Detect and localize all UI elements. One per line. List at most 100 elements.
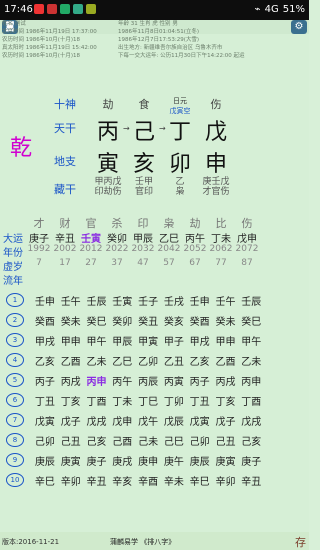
liunian-cell[interactable]: 辛丑: [238, 473, 264, 488]
liunian-cell[interactable]: 乙酉: [58, 353, 84, 368]
liunian-cell[interactable]: 己巳: [161, 433, 187, 448]
dayun-cell[interactable]: 辛丑: [52, 230, 78, 245]
liunian-cell[interactable]: 癸未: [213, 313, 239, 328]
liunian-cell[interactable]: 丁亥: [213, 393, 239, 408]
liunian-cell[interactable]: 乙未: [84, 353, 110, 368]
liunian-cell[interactable]: 戊午: [135, 413, 161, 428]
liunian-cell[interactable]: 壬辰: [238, 293, 264, 308]
liunian-cell[interactable]: 己丑: [58, 433, 84, 448]
liunian-cell[interactable]: 壬申: [187, 293, 213, 308]
liunian-cell[interactable]: 癸酉: [32, 313, 58, 328]
liunian-cell[interactable]: 甲戌: [187, 333, 213, 348]
liunian-cell[interactable]: 戊子: [58, 413, 84, 428]
liunian-cell[interactable]: 壬子: [135, 293, 161, 308]
liunian-cell[interactable]: 庚子: [84, 453, 110, 468]
liunian-cell[interactable]: 己未: [135, 433, 161, 448]
liunian-cell[interactable]: 壬戌: [161, 293, 187, 308]
liunian-cell[interactable]: 丙寅: [161, 373, 187, 388]
liunian-cell[interactable]: 乙丑: [161, 353, 187, 368]
liunian-cell[interactable]: 庚子: [238, 453, 264, 468]
liunian-cell[interactable]: 丙戌: [213, 373, 239, 388]
gear-icon[interactable]: ⚙: [291, 20, 307, 34]
liunian-cell[interactable]: 甲午: [238, 333, 264, 348]
dayun-cell[interactable]: 甲辰: [130, 230, 156, 245]
liunian-cell[interactable]: 己丑: [213, 433, 239, 448]
liunian-cell[interactable]: 庚辰: [32, 453, 58, 468]
liunian-cell[interactable]: 辛巳: [32, 473, 58, 488]
liunian-cell[interactable]: 己卯: [32, 433, 58, 448]
liunian-cell[interactable]: 甲寅: [135, 333, 161, 348]
dayun-cell-selected[interactable]: 壬寅: [78, 230, 104, 245]
liunian-cell[interactable]: 辛亥: [109, 473, 135, 488]
liunian-cell[interactable]: 己亥: [238, 433, 264, 448]
dayun-cell[interactable]: 戊申: [234, 230, 260, 245]
liunian-cell[interactable]: 乙巳: [109, 353, 135, 368]
dayun-cell[interactable]: 乙巳: [156, 230, 182, 245]
liunian-cell[interactable]: 戊寅: [32, 413, 58, 428]
liunian-cell[interactable]: 辛酉: [135, 473, 161, 488]
liunian-cell[interactable]: 甲辰: [109, 333, 135, 348]
liunian-cell[interactable]: 丁未: [109, 393, 135, 408]
liunian-cell-selected[interactable]: 丙申: [84, 373, 110, 388]
liunian-cell[interactable]: 庚寅: [213, 453, 239, 468]
liunian-cell[interactable]: 丁卯: [161, 393, 187, 408]
liunian-cell[interactable]: 癸丑: [135, 313, 161, 328]
liunian-cell[interactable]: 辛未: [161, 473, 187, 488]
liunian-cell[interactable]: 戊寅: [187, 413, 213, 428]
liunian-cell[interactable]: 乙酉: [213, 353, 239, 368]
liunian-cell[interactable]: 丙戌: [58, 373, 84, 388]
liunian-cell[interactable]: 癸卯: [109, 313, 135, 328]
liunian-cell[interactable]: 丙子: [32, 373, 58, 388]
liunian-cell[interactable]: 辛卯: [58, 473, 84, 488]
liunian-cell[interactable]: 癸巳: [84, 313, 110, 328]
liunian-cell[interactable]: 戊申: [109, 413, 135, 428]
liunian-cell[interactable]: 丁酉: [238, 393, 264, 408]
dayun-cell[interactable]: 丙午: [182, 230, 208, 245]
liunian-cell[interactable]: 丁酉: [84, 393, 110, 408]
liunian-cell[interactable]: 甲申: [58, 333, 84, 348]
liunian-cell[interactable]: 壬午: [58, 293, 84, 308]
liunian-cell[interactable]: 甲申: [213, 333, 239, 348]
liunian-cell[interactable]: 癸未: [58, 313, 84, 328]
liunian-cell[interactable]: 丙辰: [135, 373, 161, 388]
liunian-cell[interactable]: 壬午: [213, 293, 239, 308]
liunian-cell[interactable]: 己卯: [187, 433, 213, 448]
liunian-cell[interactable]: 丁亥: [58, 393, 84, 408]
liunian-cell[interactable]: 乙卯: [135, 353, 161, 368]
liunian-cell[interactable]: 己亥: [84, 433, 110, 448]
liunian-cell[interactable]: 戊子: [213, 413, 239, 428]
save-button[interactable]: 存: [295, 534, 306, 550]
liunian-cell[interactable]: 辛卯: [213, 473, 239, 488]
liunian-cell[interactable]: 壬寅: [109, 293, 135, 308]
liunian-cell[interactable]: 丙子: [187, 373, 213, 388]
dayun-cell[interactable]: 癸卯: [104, 230, 130, 245]
liunian-cell[interactable]: 甲午: [84, 333, 110, 348]
liunian-cell[interactable]: 丁丑: [32, 393, 58, 408]
liunian-cell[interactable]: 乙未: [238, 353, 264, 368]
liunian-cell[interactable]: 丙申: [238, 373, 264, 388]
liunian-cell[interactable]: 癸巳: [238, 313, 264, 328]
liunian-cell[interactable]: 庚辰: [187, 453, 213, 468]
liunian-cell[interactable]: 辛巳: [187, 473, 213, 488]
dayun-cell[interactable]: 庚子: [26, 230, 52, 245]
liunian-cell[interactable]: 丁丑: [187, 393, 213, 408]
liunian-cell[interactable]: 庚午: [161, 453, 187, 468]
liunian-cell[interactable]: 乙亥: [32, 353, 58, 368]
liunian-cell[interactable]: 庚戌: [109, 453, 135, 468]
liunian-cell[interactable]: 丙午: [109, 373, 135, 388]
liunian-cell[interactable]: 甲戌: [32, 333, 58, 348]
liunian-cell[interactable]: 庚申: [135, 453, 161, 468]
liunian-cell[interactable]: 甲子: [161, 333, 187, 348]
liunian-cell[interactable]: 戊戌: [84, 413, 110, 428]
liunian-cell[interactable]: 壬辰: [84, 293, 110, 308]
liunian-cell[interactable]: 己酉: [109, 433, 135, 448]
dayun-cell[interactable]: 丁未: [208, 230, 234, 245]
liunian-cell[interactable]: 壬申: [32, 293, 58, 308]
liunian-cell[interactable]: 戊戌: [238, 413, 264, 428]
liunian-cell[interactable]: 癸酉: [187, 313, 213, 328]
liunian-cell[interactable]: 庚寅: [58, 453, 84, 468]
liunian-cell[interactable]: 丁巳: [135, 393, 161, 408]
liunian-cell[interactable]: 癸亥: [161, 313, 187, 328]
liunian-cell[interactable]: 乙亥: [187, 353, 213, 368]
liunian-cell[interactable]: 辛丑: [84, 473, 110, 488]
